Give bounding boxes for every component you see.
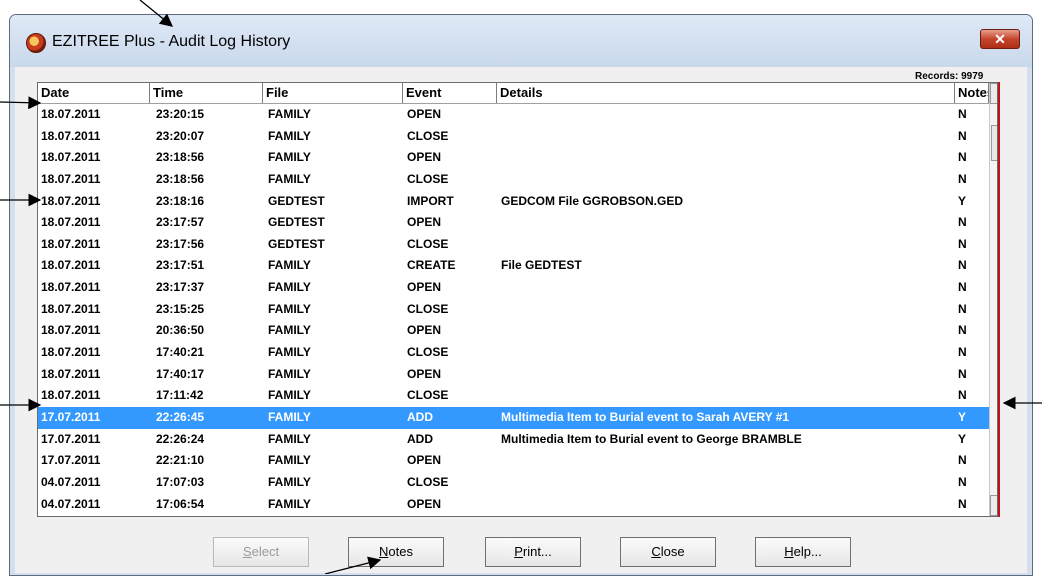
arrow-notes-button bbox=[324, 556, 382, 574]
arrow-title bbox=[139, 0, 174, 27]
annotation-arrows bbox=[0, 0, 1042, 574]
arrow-first-row bbox=[0, 96, 42, 110]
